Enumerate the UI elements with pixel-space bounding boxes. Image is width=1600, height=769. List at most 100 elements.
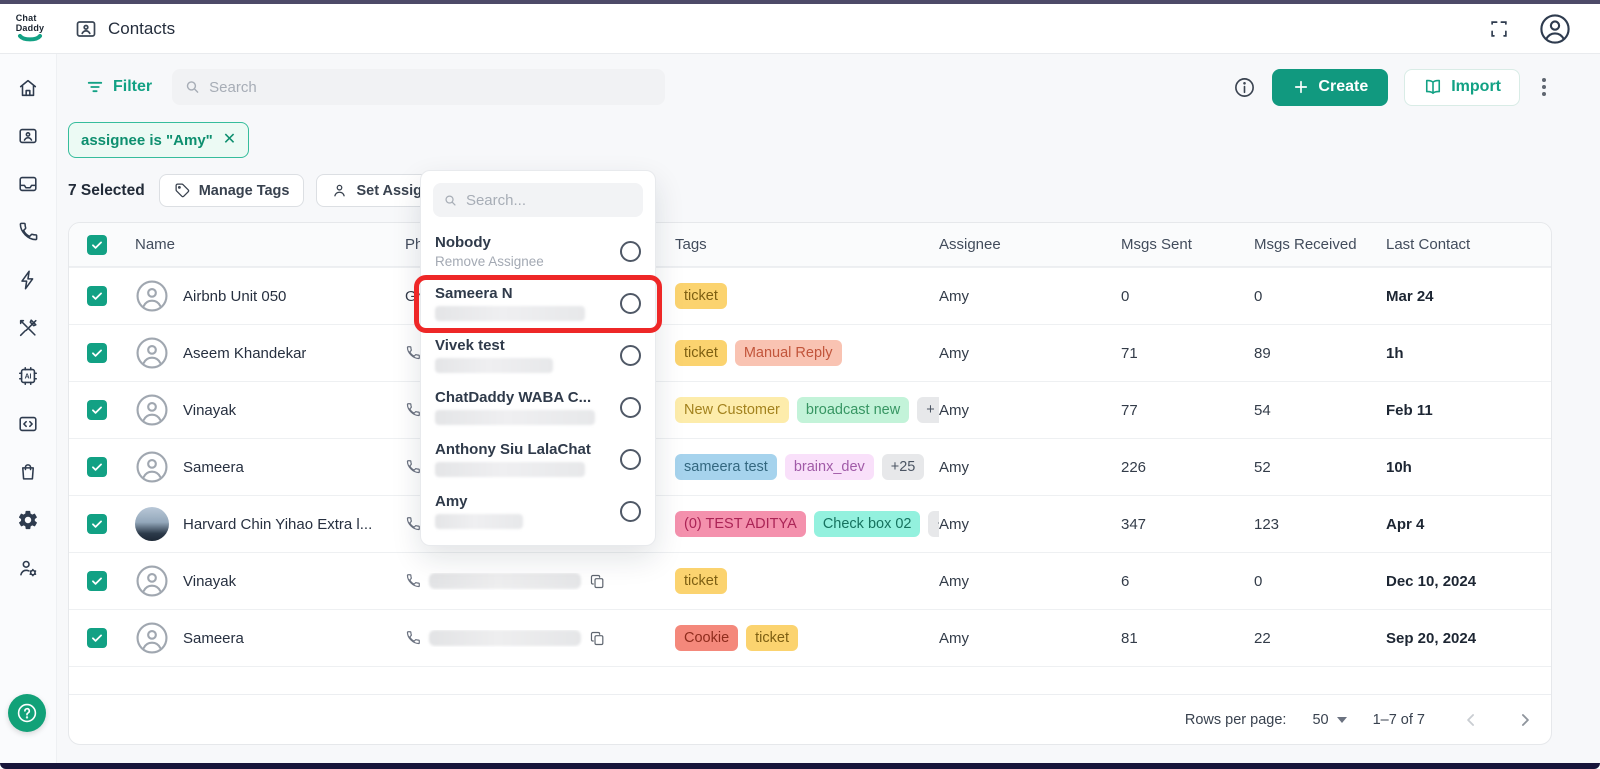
manage-tags-button[interactable]: Manage Tags xyxy=(159,174,305,207)
msgs-received-cell: 0 xyxy=(1254,288,1386,305)
bolt-icon xyxy=(17,269,39,291)
contact-avatar xyxy=(135,621,169,655)
phone-icon xyxy=(405,573,421,589)
tag-chip: broadcast new xyxy=(797,397,909,423)
assignee-option-label: Sameera N xyxy=(435,285,610,302)
assignee-search[interactable] xyxy=(433,183,643,217)
row-checkbox[interactable] xyxy=(87,457,107,477)
filter-button[interactable]: Filter xyxy=(85,77,152,97)
sidebar-item-store[interactable] xyxy=(4,448,52,496)
assignee-cell: Amy xyxy=(939,459,1121,476)
copy-icon xyxy=(589,573,606,590)
more-options-button[interactable] xyxy=(1536,74,1552,100)
tag-icon xyxy=(174,182,191,199)
help-button[interactable] xyxy=(8,694,46,732)
sidebar-item-home[interactable] xyxy=(4,64,52,112)
row-checkbox[interactable] xyxy=(87,343,107,363)
assignee-option-chatdaddy-waba-c[interactable]: ChatDaddy WABA C... xyxy=(421,381,655,433)
avatar-person-icon xyxy=(135,279,169,313)
assignee-cell: Amy xyxy=(939,630,1121,647)
inbox-icon xyxy=(17,173,39,195)
fullscreen-button[interactable] xyxy=(1488,18,1510,40)
tag-chip: + xyxy=(928,511,939,537)
msgs-received-cell: 54 xyxy=(1254,402,1386,419)
assignee-dropdown: NobodyRemove Assignee Sameera N Vivek test… xyxy=(420,170,656,546)
search-icon xyxy=(184,78,201,96)
caret-down-icon xyxy=(1337,717,1347,723)
row-checkbox[interactable] xyxy=(87,514,107,534)
info-button[interactable] xyxy=(1233,76,1256,99)
sidebar-item-automation[interactable] xyxy=(4,256,52,304)
window-top-edge xyxy=(0,0,1600,4)
avatar-person-icon xyxy=(135,621,169,655)
sidebar-item-inbox[interactable] xyxy=(4,160,52,208)
next-page-button[interactable] xyxy=(1515,710,1535,730)
row-checkbox[interactable] xyxy=(87,400,107,420)
msgs-sent-cell: 226 xyxy=(1121,459,1254,476)
radio-button[interactable] xyxy=(620,293,641,314)
rows-per-page-select[interactable]: 50 xyxy=(1312,712,1346,728)
assignee-option-nobody[interactable]: NobodyRemove Assignee xyxy=(421,225,655,277)
radio-button[interactable] xyxy=(620,449,641,470)
tag-chip: New Customer xyxy=(675,397,789,423)
window-bottom-edge xyxy=(0,763,1600,769)
sidebar-item-developer[interactable] xyxy=(4,400,52,448)
radio-button[interactable] xyxy=(620,345,641,366)
person-icon xyxy=(331,182,348,199)
book-icon xyxy=(1423,77,1443,97)
select-all-checkbox[interactable] xyxy=(87,235,107,255)
phone-icon xyxy=(405,402,421,418)
copy-phone-button[interactable] xyxy=(589,573,606,590)
assignee-option-anthony-siu-lalachat[interactable]: Anthony Siu LalaChat xyxy=(421,433,655,485)
last-contact-cell: Apr 4 xyxy=(1386,516,1551,533)
sidebar-item-tools[interactable] xyxy=(4,304,52,352)
assignee-option-label: Vivek test xyxy=(435,337,610,354)
col-assignee: Assignee xyxy=(939,236,1121,253)
search-icon xyxy=(443,192,458,209)
msgs-sent-cell: 77 xyxy=(1121,402,1254,419)
table-row: SameeraCookieticketAmy8122Sep 20, 2024 xyxy=(69,609,1551,666)
row-checkbox[interactable] xyxy=(87,571,107,591)
user-avatar[interactable] xyxy=(1538,12,1572,46)
row-checkbox[interactable] xyxy=(87,286,107,306)
create-button[interactable]: Create xyxy=(1272,69,1388,106)
contact-name: Vinayak xyxy=(183,402,236,419)
last-contact-cell: 1h xyxy=(1386,345,1551,362)
check-icon xyxy=(90,631,104,645)
radio-button[interactable] xyxy=(620,241,641,262)
chip-close-icon[interactable]: ✕ xyxy=(223,132,236,148)
contacts-search[interactable] xyxy=(172,69,665,105)
chatdaddy-logo[interactable]: Chat Daddy xyxy=(8,9,52,49)
toolbar: Filter Create Import xyxy=(68,68,1552,106)
assignee-cell: Amy xyxy=(939,345,1121,362)
sidebar-item-calls[interactable] xyxy=(4,208,52,256)
contact-avatar xyxy=(135,393,169,427)
fullscreen-icon xyxy=(1488,18,1510,40)
gear-icon xyxy=(17,509,39,531)
sidebar-item-team[interactable] xyxy=(4,544,52,592)
tag-chip: Manual Reply xyxy=(735,340,842,366)
filter-chip-assignee-amy[interactable]: assignee is "Amy" ✕ xyxy=(68,122,249,158)
ai-chip-icon: AI xyxy=(17,365,39,387)
row-checkbox[interactable] xyxy=(87,628,107,648)
sidebar-item-settings[interactable] xyxy=(4,496,52,544)
radio-button[interactable] xyxy=(620,501,641,522)
sidebar-item-contacts[interactable] xyxy=(4,112,52,160)
copy-phone-button[interactable] xyxy=(589,630,606,647)
col-tags: Tags xyxy=(675,236,939,253)
sidebar-item-ai[interactable]: AI xyxy=(4,352,52,400)
table-footer-spacer xyxy=(69,666,1551,694)
msgs-sent-cell: 6 xyxy=(1121,573,1254,590)
assignee-option-amy[interactable]: Amy xyxy=(421,485,655,537)
import-button[interactable]: Import xyxy=(1404,69,1520,106)
assignee-option-vivek-test[interactable]: Vivek test xyxy=(421,329,655,381)
prev-page-button[interactable] xyxy=(1461,710,1481,730)
assignee-option-sameera-n[interactable]: Sameera N xyxy=(421,277,655,329)
smile-icon xyxy=(17,34,43,43)
tag-chip: sameera test xyxy=(675,454,777,480)
avatar-person-icon xyxy=(135,564,169,598)
radio-button[interactable] xyxy=(620,397,641,418)
tag-chip: Cookie xyxy=(675,625,738,651)
search-input[interactable] xyxy=(209,79,653,96)
assignee-search-input[interactable] xyxy=(466,192,633,209)
